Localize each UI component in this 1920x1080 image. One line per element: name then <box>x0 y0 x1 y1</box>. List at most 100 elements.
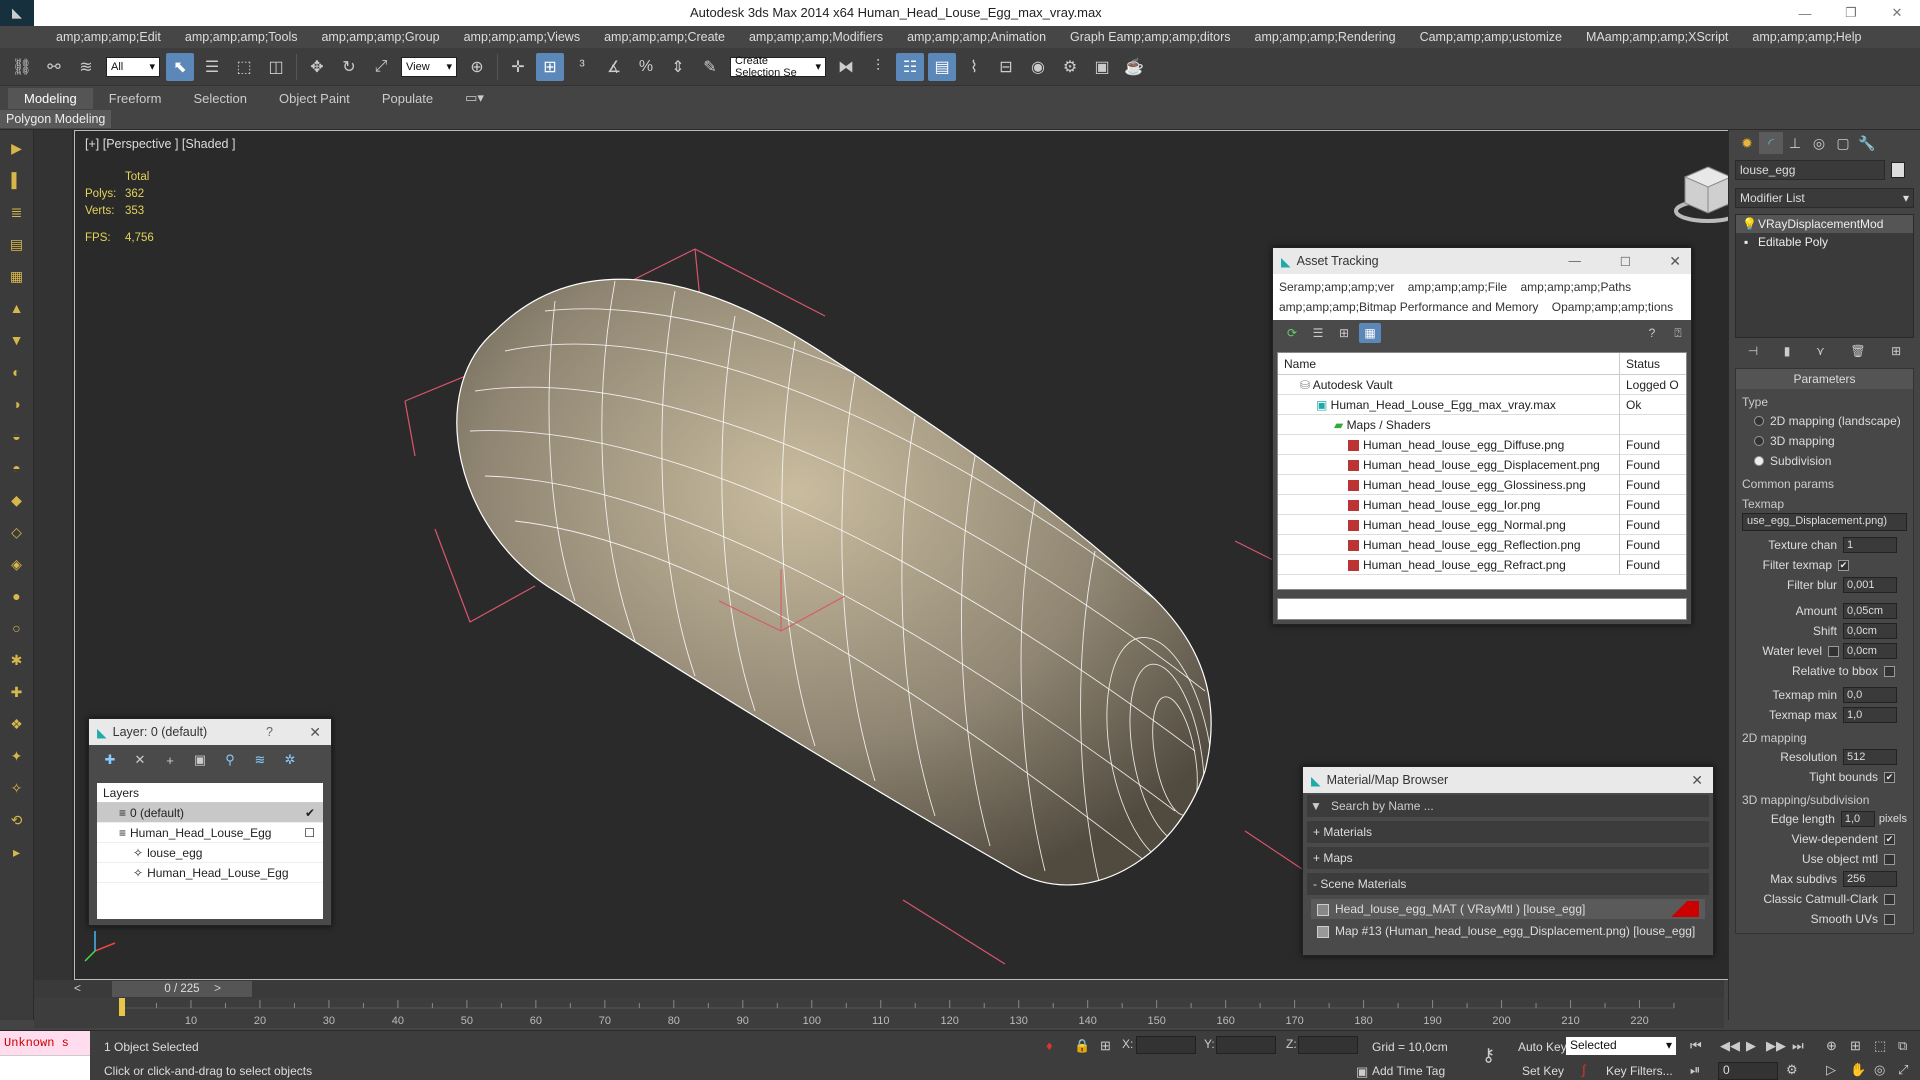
auto-key-button[interactable]: Auto Key <box>1518 1040 1567 1054</box>
radio-3d-mapping[interactable]: 3D mapping <box>1742 431 1907 451</box>
tessellate-icon[interactable]: ✧ <box>4 774 30 802</box>
louse-egg-mesh[interactable] <box>456 278 1212 886</box>
group-materials[interactable]: + Materials <box>1307 821 1709 843</box>
material-browser-titlebar[interactable]: ◣ Material/Map Browser ✕ <box>1303 767 1713 793</box>
view-dependent-checkbox[interactable]: ✔ <box>1884 833 1895 845</box>
absolute-mode-icon[interactable]: ⊞ <box>1100 1038 1111 1054</box>
selection-lock-icon[interactable]: 🔒 <box>1074 1038 1090 1054</box>
scale-icon[interactable]: ⤢ <box>367 53 395 81</box>
selection-filter-dropdown[interactable]: All ▾ <box>106 56 160 77</box>
texmap-button[interactable]: use_egg_Displacement.png) <box>1742 513 1907 531</box>
set-key-mode-icon[interactable]: ⚷ <box>1482 1045 1495 1066</box>
app-logo-icon[interactable]: ◣ <box>0 0 34 26</box>
close-icon[interactable]: ✕ <box>309 724 321 741</box>
water-level-checkbox[interactable] <box>1828 645 1839 657</box>
move-icon[interactable]: ✥ <box>303 53 331 81</box>
orbit-icon[interactable]: ◎ <box>1874 1062 1885 1078</box>
key-icon[interactable]: ∫ <box>1582 1062 1586 1077</box>
menu-options[interactable]: Opamp;amp;amp;tions <box>1552 300 1673 314</box>
configure-modifier-sets-icon[interactable]: ⊞ <box>1891 344 1901 364</box>
polygon-modeling-label[interactable]: Polygon Modeling <box>0 110 112 128</box>
x-coordinate-field[interactable] <box>1136 1036 1196 1054</box>
table-row[interactable]: Human_head_louse_egg_Normal.png Found <box>1278 514 1686 535</box>
spinner-snap-icon[interactable]: ⇕ <box>664 53 692 81</box>
chamfer-icon[interactable]: ○ <box>4 614 30 642</box>
track-bar[interactable]: 10 20 30 40 50 60 70 80 90 100 110 120 130 140 150 160 1… <box>34 998 1724 1028</box>
menu-edit[interactable]: amp;amp;amp;Edit <box>44 30 173 44</box>
table-row[interactable]: ▣ Human_Head_Louse_Egg_max_vray.max Ok <box>1278 394 1686 415</box>
close-icon[interactable]: ✕ <box>1874 0 1920 26</box>
filter-texmap-checkbox[interactable]: ✔ <box>1838 559 1849 571</box>
select-by-name-icon[interactable]: ☰ <box>198 53 226 81</box>
time-slider-thumb[interactable]: 0 / 225 <box>112 981 252 997</box>
column-status-header[interactable]: Status <box>1620 357 1660 371</box>
key-mode-dropdown[interactable]: Selected ▾ <box>1566 1037 1676 1055</box>
schematic-view-icon[interactable]: ⊟ <box>992 53 1020 81</box>
y-coordinate-field[interactable] <box>1216 1036 1276 1054</box>
tab-freeform[interactable]: Freeform <box>93 88 178 109</box>
target-weld-icon[interactable]: ✚ <box>4 678 30 706</box>
inactive-check-icon[interactable]: ☐ <box>304 823 315 843</box>
hide-all-icon[interactable]: ≋ <box>247 749 273 771</box>
cut-icon[interactable]: ◐ <box>4 358 30 386</box>
extrude-icon[interactable]: ◆ <box>4 486 30 514</box>
rendered-frame-window-icon[interactable]: ▣ <box>1088 53 1116 81</box>
close-icon[interactable]: ✕ <box>1669 253 1681 270</box>
table-row[interactable]: Human_head_louse_egg_Reflection.png Found <box>1278 534 1686 555</box>
field-of-view-icon[interactable]: ▷ <box>1826 1062 1836 1078</box>
menu-create[interactable]: amp;amp;amp;Create <box>592 30 737 44</box>
menu-graph-editors[interactable]: Graph Eamp;amp;amp;ditors <box>1058 30 1243 44</box>
edit-named-selection-icon[interactable]: ✎ <box>696 53 724 81</box>
texmap-min-spinner[interactable]: 0,0 <box>1843 687 1897 703</box>
stack-icon[interactable]: ≣ <box>4 198 30 226</box>
add-time-tag-button[interactable]: Add Time Tag <box>1372 1064 1445 1078</box>
stack-item-vraydisplacementmod[interactable]: 💡 VRayDisplacementMod <box>1736 215 1913 233</box>
parameters-title[interactable]: Parameters <box>1736 369 1913 389</box>
flip-icon[interactable]: ⟲ <box>4 806 30 834</box>
tab-selection[interactable]: Selection <box>178 88 263 109</box>
named-selection-dropdown[interactable]: Create Selection Se ▾ <box>730 55 826 79</box>
menu-tools[interactable]: amp;amp;amp;Tools <box>173 30 310 44</box>
list-item[interactable]: ✧ louse_egg <box>97 843 323 863</box>
z-coordinate-field[interactable] <box>1298 1036 1358 1054</box>
minimize-icon[interactable]: — <box>1782 0 1828 26</box>
material-editor-icon[interactable]: ◉ <box>1024 53 1052 81</box>
layer-dialog-titlebar[interactable]: ◣ Layer: 0 (default) ? ✕ <box>89 719 331 745</box>
table-row[interactable]: ⛁ Autodesk Vault Logged O <box>1278 374 1686 395</box>
water-level-spinner[interactable]: 0,0cm <box>1843 643 1897 659</box>
mirror-icon[interactable]: ⧓ <box>832 53 860 81</box>
smooth-uvs-checkbox[interactable] <box>1884 913 1895 925</box>
motion-tab-icon[interactable]: ◎ <box>1807 132 1831 154</box>
list-item[interactable]: ✧ Human_Head_Louse_Egg <box>97 863 323 883</box>
time-config-icon[interactable]: ⚙ <box>1786 1062 1798 1078</box>
close-icon[interactable]: ✕ <box>1691 772 1703 789</box>
time-tag-icon[interactable]: ▣ <box>1356 1064 1368 1080</box>
menu-modifiers[interactable]: amp;amp;amp;Modifiers <box>737 30 895 44</box>
keyboard-shortcut-override-icon[interactable]: ⊞ <box>536 52 564 81</box>
highlight-selected-icon[interactable]: ⚲ <box>217 749 243 771</box>
expand-icon[interactable]: ▪ <box>1744 233 1748 251</box>
list-item[interactable]: Map #13 (Human_head_louse_egg_Displaceme… <box>1311 921 1705 941</box>
select-object-icon[interactable]: ⬉ <box>166 52 194 81</box>
tab-populate[interactable]: Populate <box>366 88 449 109</box>
texmap-max-spinner[interactable]: 1,0 <box>1843 707 1897 723</box>
ribbon-options-icon[interactable]: ▭▾ <box>449 87 500 109</box>
ring-icon[interactable]: ▦ <box>4 262 30 290</box>
menu-bitmap-performance[interactable]: amp;amp;amp;Bitmap Performance and Memor… <box>1279 300 1538 314</box>
tree-view-icon[interactable]: ⊞ <box>1333 323 1355 343</box>
create-tab-icon[interactable]: ✹ <box>1735 132 1759 154</box>
resolution-spinner[interactable]: 512 <box>1843 749 1897 765</box>
link-icon[interactable]: ⛓ <box>8 53 36 81</box>
weld-icon[interactable]: ✱ <box>4 646 30 674</box>
current-frame-marker[interactable] <box>119 998 125 1016</box>
group-maps[interactable]: + Maps <box>1307 847 1709 869</box>
catmull-clark-checkbox[interactable] <box>1884 893 1895 905</box>
shift-spinner[interactable]: 0,0cm <box>1843 623 1897 639</box>
unlink-icon[interactable]: ⚯ <box>40 53 68 81</box>
set-key-button[interactable]: Set Key <box>1522 1064 1564 1078</box>
filter-blur-spinner[interactable]: 0,001 <box>1843 577 1897 593</box>
next-frame-icon[interactable]: > <box>214 981 221 995</box>
table-row[interactable]: Human_head_louse_egg_Refract.png Found <box>1278 554 1686 575</box>
graphite-tools-icon[interactable]: ▤ <box>928 52 956 81</box>
asset-path-field[interactable] <box>1277 598 1687 620</box>
